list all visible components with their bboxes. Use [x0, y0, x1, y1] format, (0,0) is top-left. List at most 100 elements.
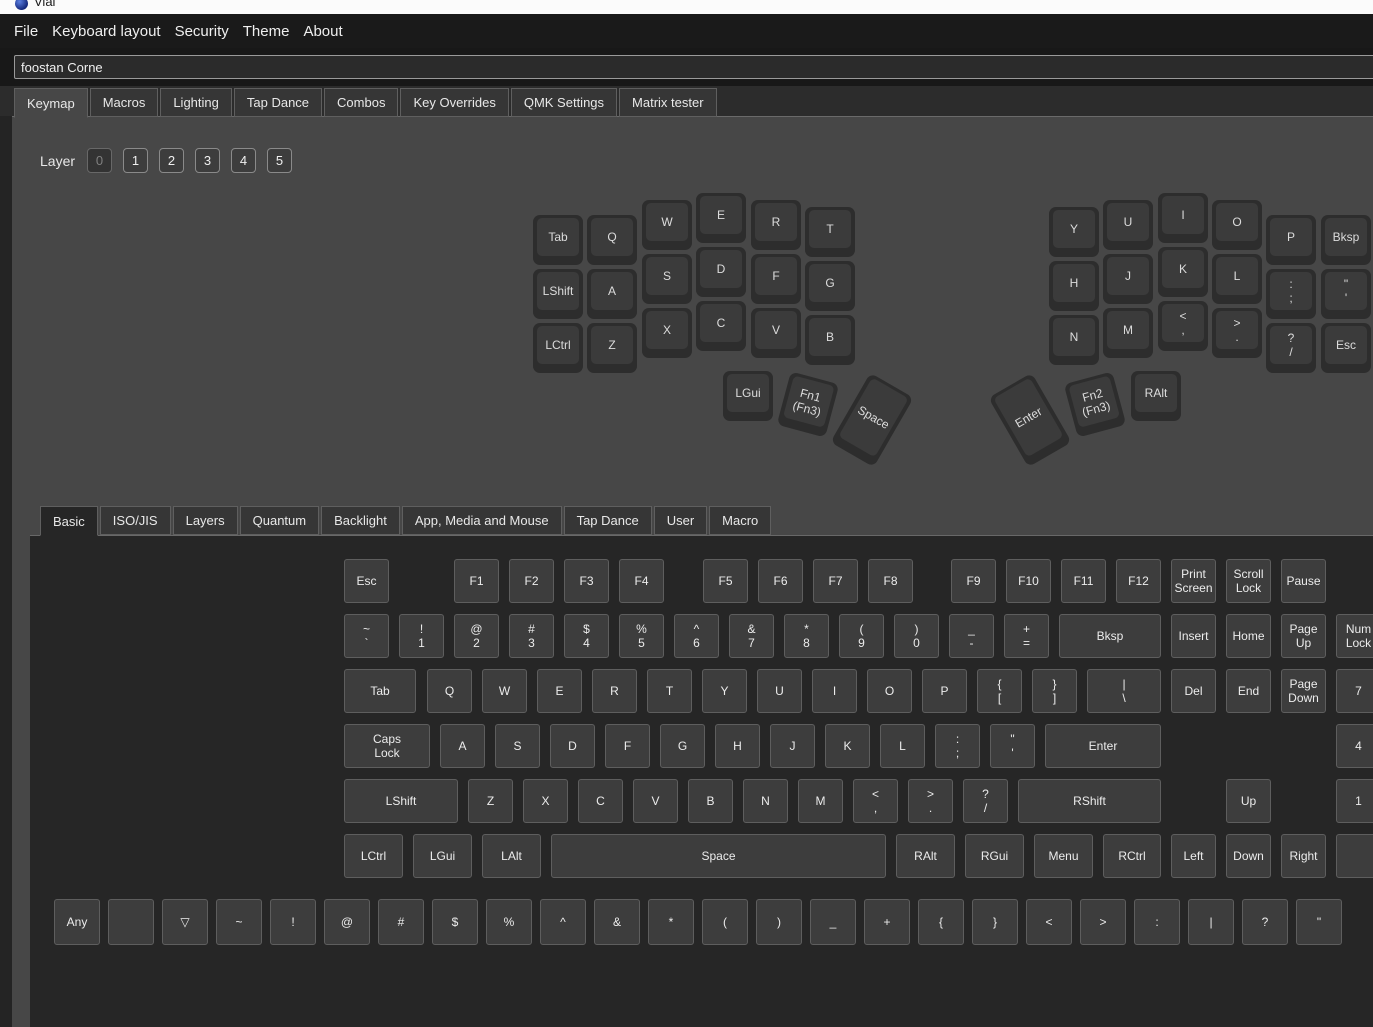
picker-key[interactable]: %5 — [619, 614, 664, 658]
picker-key[interactable]: F10 — [1006, 559, 1051, 603]
picker-key[interactable]: F11 — [1061, 559, 1106, 603]
keymap-key[interactable]: Esc — [1321, 323, 1371, 373]
picker-key[interactable]: G — [660, 724, 705, 768]
keymap-key[interactable]: I — [1158, 193, 1208, 243]
keymap-key[interactable]: Y — [1049, 207, 1099, 257]
picker-key[interactable]: # — [378, 899, 424, 945]
menu-theme[interactable]: Theme — [243, 23, 290, 40]
picker-tab-layers[interactable]: Layers — [173, 506, 238, 535]
picker-key[interactable]: F — [605, 724, 650, 768]
keymap-key[interactable]: LGui — [723, 371, 773, 421]
picker-key[interactable]: >. — [908, 779, 953, 823]
picker-key[interactable]: < — [1026, 899, 1072, 945]
picker-tab-basic[interactable]: Basic — [40, 506, 98, 536]
keymap-key[interactable]: D — [696, 247, 746, 297]
layer-button-5[interactable]: 5 — [267, 148, 292, 173]
picker-key[interactable]: 7 — [1336, 669, 1373, 713]
keymap-key[interactable]: W — [642, 200, 692, 250]
picker-key[interactable]: Q — [427, 669, 472, 713]
picker-key[interactable]: A — [440, 724, 485, 768]
picker-key[interactable]: Up — [1226, 779, 1271, 823]
picker-key[interactable]: _- — [949, 614, 994, 658]
picker-key[interactable]: L — [880, 724, 925, 768]
picker-key[interactable]: Esc — [344, 559, 389, 603]
picker-key[interactable]: :; — [935, 724, 980, 768]
keymap-key[interactable]: T — [805, 207, 855, 257]
picker-key[interactable]: Left — [1171, 834, 1216, 878]
tab-lighting[interactable]: Lighting — [160, 88, 232, 117]
picker-key[interactable] — [108, 899, 154, 945]
keymap-key[interactable]: E — [696, 193, 746, 243]
picker-key[interactable]: PageUp — [1281, 614, 1326, 658]
picker-key[interactable]: Y — [702, 669, 747, 713]
picker-key[interactable]: V — [633, 779, 678, 823]
layer-button-3[interactable]: 3 — [195, 148, 220, 173]
picker-tab-backlight[interactable]: Backlight — [321, 506, 400, 535]
picker-key[interactable]: H — [715, 724, 760, 768]
picker-key[interactable]: W — [482, 669, 527, 713]
picker-key[interactable]: ?/ — [963, 779, 1008, 823]
picker-key[interactable]: { — [918, 899, 964, 945]
picker-key[interactable]: ^ — [540, 899, 586, 945]
tab-matrix-tester[interactable]: Matrix tester — [619, 88, 717, 117]
picker-key[interactable]: #3 — [509, 614, 554, 658]
picker-key[interactable]: $4 — [564, 614, 609, 658]
picker-key[interactable]: Home — [1226, 614, 1271, 658]
picker-key[interactable]: X — [523, 779, 568, 823]
layer-button-2[interactable]: 2 — [159, 148, 184, 173]
keymap-key[interactable]: LCtrl — [533, 323, 583, 373]
picker-key[interactable]: I — [812, 669, 857, 713]
picker-key[interactable]: ScrollLock — [1226, 559, 1271, 603]
picker-key[interactable]: Insert — [1171, 614, 1216, 658]
picker-key[interactable]: }] — [1032, 669, 1077, 713]
picker-key[interactable]: RShift — [1018, 779, 1161, 823]
picker-key[interactable]: |\ — [1087, 669, 1161, 713]
picker-key[interactable]: RGui — [965, 834, 1024, 878]
keymap-key[interactable]: O — [1212, 200, 1262, 250]
keymap-key[interactable]: "' — [1321, 269, 1371, 319]
picker-key[interactable]: F6 — [758, 559, 803, 603]
picker-key[interactable]: Right — [1281, 834, 1326, 878]
picker-key[interactable]: PrintScreen — [1171, 559, 1216, 603]
picker-key[interactable]: + — [864, 899, 910, 945]
picker-key[interactable]: C — [578, 779, 623, 823]
picker-key[interactable] — [1336, 834, 1373, 878]
picker-key[interactable]: F2 — [509, 559, 554, 603]
menu-security[interactable]: Security — [175, 23, 229, 40]
tab-combos[interactable]: Combos — [324, 88, 398, 117]
picker-key[interactable]: M — [798, 779, 843, 823]
picker-tab-quantum[interactable]: Quantum — [240, 506, 319, 535]
picker-key[interactable]: E — [537, 669, 582, 713]
picker-key[interactable]: _ — [810, 899, 856, 945]
menu-about[interactable]: About — [303, 23, 342, 40]
picker-key[interactable]: $ — [432, 899, 478, 945]
picker-key[interactable]: Menu — [1034, 834, 1093, 878]
keymap-key[interactable]: L — [1212, 254, 1262, 304]
keymap-key[interactable]: ?/ — [1266, 323, 1316, 373]
picker-key[interactable]: K — [825, 724, 870, 768]
picker-key[interactable]: * — [648, 899, 694, 945]
picker-key[interactable]: RCtrl — [1103, 834, 1161, 878]
picker-key[interactable]: @ — [324, 899, 370, 945]
picker-key[interactable]: T — [647, 669, 692, 713]
keymap-key[interactable]: >. — [1212, 308, 1262, 358]
picker-key[interactable]: End — [1226, 669, 1271, 713]
picker-tab-macro[interactable]: Macro — [709, 506, 771, 535]
keymap-key[interactable]: :; — [1266, 269, 1316, 319]
picker-key[interactable]: } — [972, 899, 1018, 945]
picker-key[interactable]: RAlt — [896, 834, 955, 878]
picker-key[interactable]: 1 — [1336, 779, 1373, 823]
picker-key[interactable]: ( — [702, 899, 748, 945]
picker-key[interactable]: Bksp — [1059, 614, 1161, 658]
keymap-key[interactable]: Bksp — [1321, 215, 1371, 265]
picker-key[interactable]: )0 — [894, 614, 939, 658]
picker-key[interactable]: LGui — [413, 834, 472, 878]
device-selector[interactable]: foostan Corne — [14, 55, 1373, 79]
picker-key[interactable]: Z — [468, 779, 513, 823]
picker-key[interactable]: & — [594, 899, 640, 945]
picker-key[interactable]: LAlt — [482, 834, 541, 878]
keymap-key[interactable]: J — [1103, 254, 1153, 304]
picker-key[interactable]: PageDown — [1281, 669, 1326, 713]
picker-key[interactable]: > — [1080, 899, 1126, 945]
keymap-key[interactable]: H — [1049, 261, 1099, 311]
